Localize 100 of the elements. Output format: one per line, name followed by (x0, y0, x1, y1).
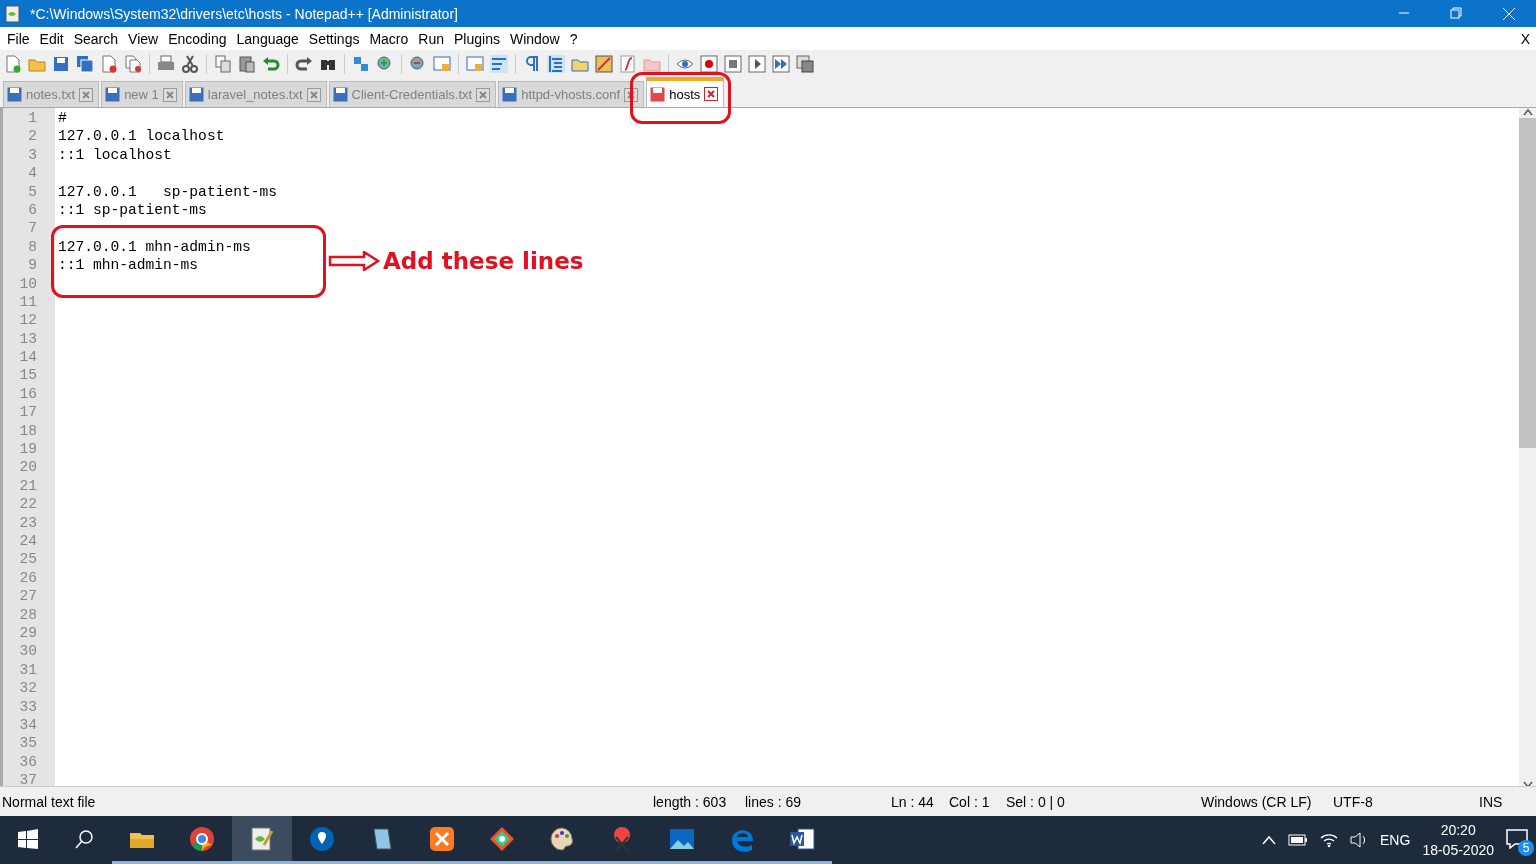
window-title: *C:\Windows\System32\drivers\etc\hosts - Notepad++ [Administrator] (30, 5, 458, 22)
stop-icon[interactable] (724, 54, 742, 73)
cut-icon[interactable] (181, 54, 199, 73)
language-indicator[interactable]: ENG (1380, 832, 1411, 848)
line-number: 2 (27, 127, 38, 146)
line-number: 23 (18, 513, 38, 532)
line-number: 1 (27, 109, 38, 128)
menu-item[interactable]: ? (564, 30, 583, 47)
pilcrow-icon[interactable] (523, 54, 541, 73)
menu-item[interactable]: Search (68, 30, 124, 47)
clock-date[interactable]: 18-05-2020 (1422, 840, 1494, 860)
line-number: 32 (18, 679, 38, 698)
palette-icon[interactable] (548, 824, 576, 853)
line-number: 26 (18, 568, 38, 588)
scroll-up-icon[interactable] (1522, 108, 1533, 116)
annotation-text: Add these lines (383, 248, 584, 274)
code-line: 127.0.0.1 mhn-admin-ms (58, 238, 251, 255)
record-icon[interactable] (700, 54, 718, 73)
status-field: Normal text file (0, 793, 651, 810)
status-field: UTF-8 (1331, 793, 1473, 810)
indent-guide-icon[interactable] (547, 54, 565, 73)
close-file-icon[interactable] (100, 54, 118, 73)
tab-label: hosts (669, 86, 701, 102)
line-number: 5 (27, 182, 38, 201)
tab-label: Client-Credentials.txt (351, 87, 473, 102)
tab[interactable]: hosts (646, 77, 725, 107)
close-all-icon[interactable] (124, 54, 142, 73)
save-icon[interactable] (52, 54, 70, 73)
menu-item[interactable]: Settings (303, 30, 365, 47)
code-line: ::1 mhn-admin-ms (58, 257, 199, 274)
line-number: 8 (27, 237, 38, 257)
tab-label: new 1 (124, 87, 159, 102)
battery-icon[interactable] (1288, 834, 1309, 846)
search-icon[interactable] (74, 828, 94, 849)
line-number: 10 (18, 274, 38, 293)
line-number: 25 (18, 550, 38, 569)
line-number: 3 (27, 145, 38, 165)
new-file-icon[interactable] (4, 54, 22, 73)
browser-icon[interactable] (188, 824, 216, 853)
close-icon[interactable] (306, 87, 321, 102)
redo-icon[interactable] (295, 54, 313, 73)
line-number: 22 (18, 495, 38, 514)
scrollbar-thumb[interactable] (1519, 118, 1536, 448)
wifi-icon[interactable] (1320, 832, 1339, 848)
menu-item[interactable]: Plugins (449, 30, 505, 47)
xampp-icon[interactable] (428, 824, 456, 853)
close-icon[interactable] (704, 87, 719, 101)
play-icon[interactable] (748, 54, 766, 73)
restore-icon[interactable] (1450, 6, 1462, 19)
menu-item[interactable]: Edit (34, 30, 69, 47)
line-number: 11 (18, 292, 38, 312)
line-number: 29 (18, 623, 38, 643)
close-document-button[interactable]: X (1515, 30, 1536, 47)
status-field: Col : 1 (947, 793, 1004, 810)
line-number: 37 (18, 771, 38, 786)
line-number: 27 (18, 587, 38, 606)
line-number: 16 (18, 384, 38, 404)
menu-item[interactable]: Window (504, 30, 565, 47)
line-number: 12 (18, 311, 38, 330)
tab-label: notes.txt (26, 87, 76, 102)
zoom-in-icon[interactable] (376, 54, 394, 73)
save-all-icon[interactable] (76, 54, 94, 73)
menu-item[interactable]: File (2, 30, 35, 47)
replace-icon[interactable] (352, 54, 370, 73)
line-number: 21 (18, 476, 38, 496)
menu-item[interactable]: Encoding (163, 30, 232, 47)
scrollbar[interactable] (1519, 108, 1536, 786)
clock-time[interactable]: 20:20 (1440, 820, 1476, 840)
paste-icon[interactable] (238, 54, 256, 73)
fast-forward-icon[interactable] (772, 54, 790, 73)
line-number: 30 (18, 642, 38, 661)
diamond-icon[interactable] (488, 824, 516, 853)
word-wrap-icon[interactable] (490, 54, 508, 73)
map-pin-icon[interactable] (308, 824, 336, 853)
menu-item[interactable]: Macro (364, 30, 414, 47)
line-number: 36 (18, 752, 38, 772)
line-number: 17 (18, 403, 38, 422)
zoom-out-icon[interactable] (409, 54, 427, 73)
line-number: 24 (18, 532, 38, 551)
close-icon[interactable] (476, 87, 491, 102)
status-field: length : 603 (651, 793, 743, 810)
status-field: Ln : 44 (889, 793, 947, 810)
code-line: # (58, 110, 67, 126)
status-field: lines : 69 (743, 793, 889, 810)
chevron-up-icon[interactable] (1262, 835, 1277, 845)
line-number: 19 (18, 440, 38, 459)
arrow-icon (328, 251, 380, 271)
windows-logo-icon[interactable] (18, 828, 38, 849)
menu-item[interactable]: View (123, 30, 164, 47)
line-number: 33 (18, 697, 38, 716)
function-icon[interactable] (619, 54, 637, 73)
printer-icon[interactable] (157, 54, 175, 73)
save-macro-icon[interactable] (796, 54, 814, 73)
map-icon[interactable] (595, 54, 613, 73)
copy-icon[interactable] (214, 54, 232, 73)
menu-item[interactable]: Run (413, 30, 449, 47)
undo-icon[interactable] (262, 54, 280, 73)
close-icon[interactable] (79, 87, 94, 102)
menu-item[interactable]: Language (231, 30, 304, 47)
close-icon[interactable] (162, 87, 177, 102)
